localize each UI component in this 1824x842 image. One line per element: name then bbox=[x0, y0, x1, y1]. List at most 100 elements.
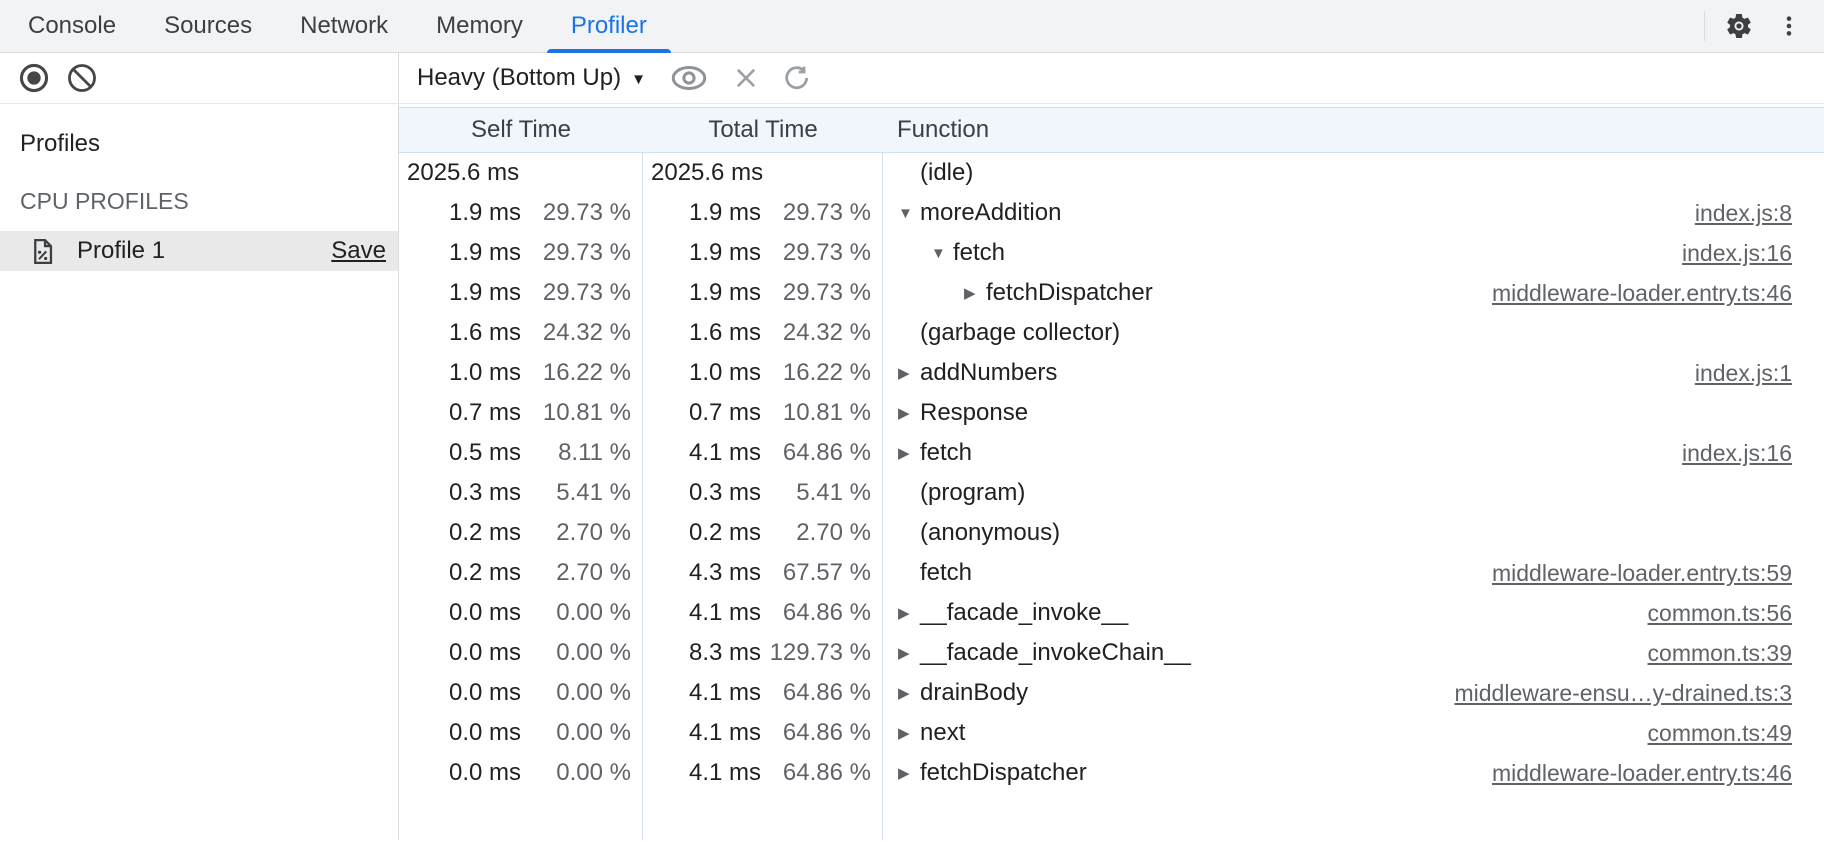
source-link[interactable]: common.ts:56 bbox=[1648, 600, 1792, 627]
function-cell: ▶ fetchDispatcher middleware-loader.entr… bbox=[883, 759, 1824, 787]
close-icon bbox=[732, 64, 760, 92]
function-name: Response bbox=[920, 399, 1028, 427]
source-link[interactable]: index.js:1 bbox=[1695, 360, 1792, 387]
total-time-percent: 29.73 % bbox=[761, 239, 871, 267]
tab-label: Network bbox=[300, 12, 388, 40]
table-row[interactable]: 0.0 ms 0.00 % 4.1 ms 64.86 % ▶ fetchDisp… bbox=[399, 753, 1824, 793]
self-time-percent: 8.11 % bbox=[521, 439, 631, 467]
column-header-self-time[interactable]: Self Time bbox=[399, 116, 643, 144]
total-time-cell: 1.0 ms 16.22 % bbox=[643, 359, 883, 387]
total-time-cell: 4.1 ms 64.86 % bbox=[643, 759, 883, 787]
expand-arrow-icon[interactable]: ▶ bbox=[898, 644, 920, 662]
table-row[interactable]: 0.0 ms 0.00 % 4.1 ms 64.86 % ▶ drainBody… bbox=[399, 673, 1824, 713]
self-time-percent: 5.41 % bbox=[521, 479, 631, 507]
tab-label: Memory bbox=[436, 12, 523, 40]
exclude-button[interactable] bbox=[732, 64, 760, 92]
expand-arrow-icon[interactable]: ▼ bbox=[898, 205, 920, 222]
function-cell: ▶ fetchDispatcher middleware-loader.entr… bbox=[883, 279, 1824, 307]
table-row[interactable]: 0.0 ms 0.00 % 4.1 ms 64.86 % ▶ __facade_… bbox=[399, 593, 1824, 633]
settings-button[interactable] bbox=[1715, 2, 1763, 50]
focus-button[interactable] bbox=[668, 62, 710, 94]
function-cell: ▶ __facade_invokeChain__ common.ts:39 bbox=[883, 639, 1824, 667]
self-time-value: 1.9 ms bbox=[449, 279, 521, 307]
function-name: fetch bbox=[920, 559, 972, 587]
self-time-value: 1.0 ms bbox=[449, 359, 521, 387]
function-cell: fetch middleware-loader.entry.ts:59 bbox=[883, 559, 1824, 587]
table-row[interactable]: 0.7 ms 10.81 % 0.7 ms 10.81 % ▶ Response bbox=[399, 393, 1824, 433]
function-name: addNumbers bbox=[920, 359, 1057, 387]
function-cell: ▶ drainBody middleware-ensu…y-drained.ts… bbox=[883, 679, 1824, 707]
tab-profiler[interactable]: Profiler bbox=[547, 0, 671, 52]
self-time-value: 0.0 ms bbox=[449, 639, 521, 667]
source-link[interactable]: index.js:8 bbox=[1695, 200, 1792, 227]
record-button[interactable] bbox=[18, 62, 50, 94]
table-row[interactable]: 0.2 ms 2.70 % 4.3 ms 67.57 % fetch middl… bbox=[399, 553, 1824, 593]
expand-arrow-icon[interactable]: ▶ bbox=[898, 604, 920, 622]
table-row[interactable]: 1.9 ms 29.73 % 1.9 ms 29.73 % ▼ fetch in… bbox=[399, 233, 1824, 273]
total-time-cell: 4.1 ms 64.86 % bbox=[643, 599, 883, 627]
self-time-percent: 2.70 % bbox=[521, 519, 631, 547]
tab-network[interactable]: Network bbox=[276, 0, 412, 52]
expand-arrow-icon[interactable]: ▶ bbox=[898, 684, 920, 702]
source-link[interactable]: index.js:16 bbox=[1682, 240, 1792, 267]
source-link[interactable]: common.ts:49 bbox=[1648, 720, 1792, 747]
restore-button[interactable] bbox=[782, 63, 812, 93]
function-cell: ▼ fetch index.js:16 bbox=[883, 239, 1824, 267]
table-row[interactable]: 1.6 ms 24.32 % 1.6 ms 24.32 % (garbage c… bbox=[399, 313, 1824, 353]
total-time-percent: 2.70 % bbox=[761, 519, 871, 547]
column-header-function[interactable]: Function bbox=[883, 116, 1824, 144]
grid-header: Self Time Total Time Function bbox=[399, 107, 1824, 153]
tab-console[interactable]: Console bbox=[4, 0, 140, 52]
table-row[interactable]: 0.0 ms 0.00 % 4.1 ms 64.86 % ▶ next comm… bbox=[399, 713, 1824, 753]
table-row[interactable]: 0.0 ms 0.00 % 8.3 ms 129.73 % ▶ __facade… bbox=[399, 633, 1824, 673]
self-time-value: 1.9 ms bbox=[449, 239, 521, 267]
grid-body: 2025.6 ms 2025.6 ms (idle) 1.9 ms 29.73 … bbox=[399, 153, 1824, 793]
table-row[interactable]: 0.2 ms 2.70 % 0.2 ms 2.70 % (anonymous) bbox=[399, 513, 1824, 553]
source-link[interactable]: middleware-loader.entry.ts:59 bbox=[1492, 560, 1792, 587]
function-name: fetch bbox=[920, 439, 972, 467]
self-time-cell: 2025.6 ms bbox=[399, 159, 643, 187]
table-row[interactable]: 1.0 ms 16.22 % 1.0 ms 16.22 % ▶ addNumbe… bbox=[399, 353, 1824, 393]
total-time-cell: 1.9 ms 29.73 % bbox=[643, 239, 883, 267]
table-row[interactable]: 1.9 ms 29.73 % 1.9 ms 29.73 % ▼ moreAddi… bbox=[399, 193, 1824, 233]
total-time-value: 1.0 ms bbox=[689, 359, 761, 387]
expand-arrow-icon[interactable]: ▶ bbox=[898, 724, 920, 742]
tab-sources[interactable]: Sources bbox=[140, 0, 276, 52]
self-time-cell: 0.0 ms 0.00 % bbox=[399, 759, 643, 787]
expand-arrow-icon[interactable]: ▶ bbox=[898, 404, 920, 422]
more-options-button[interactable] bbox=[1767, 2, 1811, 50]
source-link[interactable]: index.js:16 bbox=[1682, 440, 1792, 467]
profile-name: Profile 1 bbox=[77, 237, 165, 265]
table-row[interactable]: 0.3 ms 5.41 % 0.3 ms 5.41 % (program) bbox=[399, 473, 1824, 513]
total-time-cell: 8.3 ms 129.73 % bbox=[643, 639, 883, 667]
table-row[interactable]: 2025.6 ms 2025.6 ms (idle) bbox=[399, 153, 1824, 193]
total-time-cell: 2025.6 ms bbox=[643, 159, 883, 187]
tab-memory[interactable]: Memory bbox=[412, 0, 547, 52]
source-link[interactable]: middleware-ensu…y-drained.ts:3 bbox=[1455, 680, 1793, 707]
profiler-toolbar-left bbox=[0, 53, 399, 103]
expand-arrow-icon[interactable]: ▶ bbox=[898, 764, 920, 782]
expand-arrow-icon[interactable]: ▶ bbox=[964, 284, 986, 302]
source-link[interactable]: middleware-loader.entry.ts:46 bbox=[1492, 280, 1792, 307]
table-row[interactable]: 1.9 ms 29.73 % 1.9 ms 29.73 % ▶ fetchDis… bbox=[399, 273, 1824, 313]
source-link[interactable]: middleware-loader.entry.ts:46 bbox=[1492, 760, 1792, 787]
save-profile-link[interactable]: Save bbox=[331, 237, 386, 265]
self-time-cell: 0.0 ms 0.00 % bbox=[399, 599, 643, 627]
column-header-total-time[interactable]: Total Time bbox=[643, 116, 883, 144]
tab-label: Sources bbox=[164, 12, 252, 40]
view-mode-dropdown[interactable]: Heavy (Bottom Up) ▼ bbox=[417, 64, 646, 92]
source-link[interactable]: common.ts:39 bbox=[1648, 640, 1792, 667]
clear-button[interactable] bbox=[66, 62, 98, 94]
self-time-cell: 1.6 ms 24.32 % bbox=[399, 319, 643, 347]
sidebar-item-profile-1[interactable]: Profile 1 Save bbox=[0, 231, 398, 271]
total-time-value: 2025.6 ms bbox=[651, 159, 763, 187]
self-time-percent: 24.32 % bbox=[521, 319, 631, 347]
expand-arrow-icon[interactable]: ▶ bbox=[898, 444, 920, 462]
table-row[interactable]: 0.5 ms 8.11 % 4.1 ms 64.86 % ▶ fetch ind… bbox=[399, 433, 1824, 473]
expand-arrow-icon[interactable]: ▼ bbox=[931, 245, 953, 262]
total-time-cell: 0.7 ms 10.81 % bbox=[643, 399, 883, 427]
expand-arrow-icon[interactable]: ▶ bbox=[898, 364, 920, 382]
self-time-cell: 0.2 ms 2.70 % bbox=[399, 519, 643, 547]
total-time-percent: 129.73 % bbox=[761, 639, 871, 667]
function-cell: ▶ __facade_invoke__ common.ts:56 bbox=[883, 599, 1824, 627]
